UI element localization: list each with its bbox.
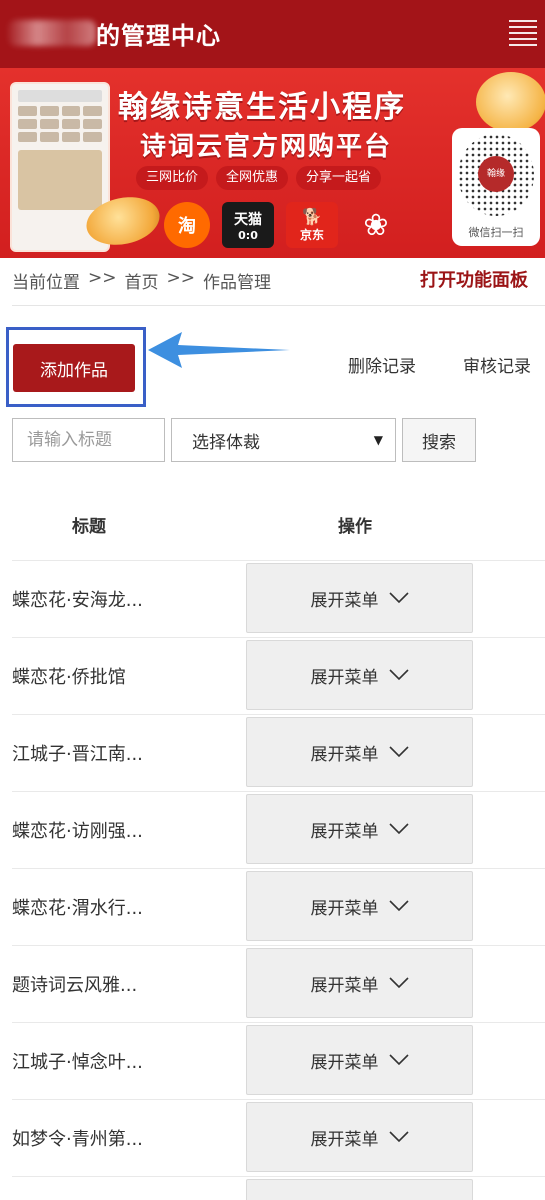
- search-button[interactable]: 搜索: [402, 418, 476, 462]
- expand-menu-button[interactable]: 展开菜单: [246, 871, 473, 941]
- expand-menu-button[interactable]: 展开菜单: [246, 717, 473, 787]
- chevron-down-icon: [388, 823, 409, 835]
- expand-menu-label: 展开菜单: [310, 590, 379, 611]
- table-row: [12, 1176, 545, 1200]
- work-title[interactable]: 江城子·晋江南...: [12, 740, 143, 766]
- expand-menu-button[interactable]: 展开菜单: [246, 794, 473, 864]
- gold-coin-icon: [476, 72, 545, 132]
- work-title[interactable]: 蝶恋花·侨批馆: [12, 663, 126, 689]
- expand-menu-label: 展开菜单: [310, 821, 379, 842]
- column-header-action: 操作: [338, 517, 372, 537]
- chevron-down-icon: [388, 1054, 409, 1066]
- expand-menu-label: 展开菜单: [310, 898, 379, 919]
- promo-banner[interactable]: 翰缘诗意生活小程序 诗词云官方网购平台 三网比价 全网优惠 分享一起省 淘 天猫…: [0, 68, 545, 258]
- column-header-title: 标题: [72, 517, 106, 537]
- chevron-down-icon: [388, 592, 409, 604]
- expand-menu-button[interactable]: 展开菜单: [246, 948, 473, 1018]
- table-row: 蝶恋花·侨批馆 展开菜单: [12, 637, 545, 714]
- genre-select[interactable]: 选择体裁 ▼: [171, 418, 396, 462]
- qr-logo: 翰缘: [478, 156, 514, 192]
- table-row: 题诗词云风雅... 展开菜单: [12, 945, 545, 1022]
- banner-tags: 三网比价 全网优惠 分享一起省: [136, 166, 382, 190]
- work-title[interactable]: 蝶恋花·访刚强...: [12, 817, 143, 843]
- title-search-input[interactable]: [12, 418, 165, 462]
- chevron-down-icon: [388, 977, 409, 989]
- expand-menu-label: 展开菜单: [310, 667, 379, 688]
- table-row: 蝶恋花·访刚强... 展开菜单: [12, 791, 545, 868]
- divider: [12, 305, 545, 306]
- genre-select-value: 选择体裁: [192, 432, 260, 453]
- qr-caption: 微信扫一扫: [468, 226, 524, 239]
- table-row: 江城子·晋江南... 展开菜单: [12, 714, 545, 791]
- expand-menu-label: 展开菜单: [310, 1052, 379, 1073]
- expand-menu-button[interactable]: 展开菜单: [246, 1025, 473, 1095]
- work-title[interactable]: 江城子·悼念叶...: [12, 1048, 143, 1074]
- qr-code: 翰缘 微信扫一扫: [452, 128, 540, 246]
- caret-down-icon: ▼: [373, 433, 383, 447]
- table-row: 蝶恋花·渭水行... 展开菜单: [12, 868, 545, 945]
- breadcrumb-separator: >>: [88, 268, 117, 288]
- tmall-icon: 天猫 0:0: [222, 202, 274, 248]
- review-log-link[interactable]: 审核记录: [463, 352, 531, 377]
- pointer-arrow-icon: [148, 332, 290, 368]
- breadcrumb-home[interactable]: 首页: [125, 268, 159, 293]
- chevron-down-icon: [388, 669, 409, 681]
- work-title[interactable]: 题诗词云风雅...: [12, 971, 137, 997]
- table-row: 如梦令·青州第... 展开菜单: [12, 1099, 545, 1176]
- page-title: 的管理中心: [96, 22, 221, 50]
- taobao-icon: 淘: [164, 202, 210, 248]
- table-row: 蝶恋花·安海龙... 展开菜单: [12, 560, 545, 637]
- expand-menu-button[interactable]: [246, 1179, 473, 1200]
- work-title[interactable]: 蝶恋花·安海龙...: [12, 586, 143, 612]
- chevron-down-icon: [388, 900, 409, 912]
- banner-tag: 全网优惠: [216, 166, 289, 190]
- works-table: 蝶恋花·安海龙... 展开菜单 蝶恋花·侨批馆 展开菜单 江城子·晋江南... …: [12, 560, 545, 1200]
- table-row: 江城子·悼念叶... 展开菜单: [12, 1022, 545, 1099]
- banner-subhead: 诗词云官方网购平台: [140, 132, 393, 162]
- work-title[interactable]: 如梦令·青州第...: [12, 1125, 143, 1151]
- add-work-button[interactable]: 添加作品: [13, 344, 135, 392]
- open-panel-link[interactable]: 打开功能面板: [420, 266, 528, 292]
- expand-menu-button[interactable]: 展开菜单: [246, 640, 473, 710]
- app-header: 的管理中心: [0, 0, 545, 68]
- banner-tag: 三网比价: [136, 166, 209, 190]
- jd-icon: 🐕 京东: [286, 202, 338, 248]
- breadcrumb: 当前位置 >> 首页 >> 作品管理: [12, 268, 271, 293]
- redacted-username: [8, 20, 96, 46]
- delete-log-link[interactable]: 删除记录: [348, 352, 416, 377]
- expand-menu-label: 展开菜单: [310, 975, 379, 996]
- store-logos: 淘 天猫 0:0 🐕 京东 ❀: [164, 202, 402, 248]
- pinduoduo-icon: ❀: [363, 207, 389, 243]
- hamburger-menu-icon[interactable]: [509, 20, 537, 50]
- expand-menu-button[interactable]: 展开菜单: [246, 1102, 473, 1172]
- work-title[interactable]: 蝶恋花·渭水行...: [12, 894, 143, 920]
- expand-menu-button[interactable]: 展开菜单: [246, 563, 473, 633]
- chevron-down-icon: [388, 746, 409, 758]
- expand-menu-label: 展开菜单: [310, 744, 379, 765]
- breadcrumb-separator: >>: [166, 268, 196, 288]
- expand-menu-label: 展开菜单: [310, 1129, 379, 1150]
- banner-headline: 翰缘诗意生活小程序: [118, 90, 406, 125]
- banner-tag: 分享一起省: [296, 166, 382, 190]
- breadcrumb-current: 作品管理: [203, 273, 271, 293]
- chevron-down-icon: [388, 1131, 409, 1143]
- breadcrumb-label: 当前位置: [12, 273, 80, 293]
